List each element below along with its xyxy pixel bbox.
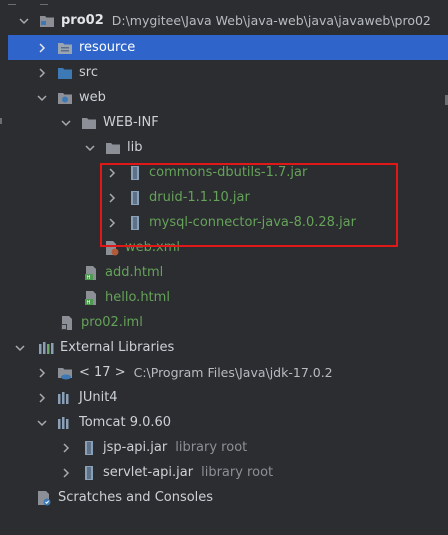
chevron-down-icon[interactable] (36, 92, 48, 104)
module-file-icon (59, 315, 75, 331)
tree-label-scratches: Scratches and Consoles (58, 490, 214, 505)
html-file-icon: H (83, 290, 99, 306)
tree-row-project-root[interactable]: pro02 D:\mygitee\Java Web\java-web\java\… (8, 8, 448, 33)
chevron-down-icon[interactable] (84, 142, 96, 154)
tree-label-web-inf: WEB-INF (103, 115, 159, 130)
left-gutter (0, 0, 8, 535)
web-folder-icon (57, 90, 73, 106)
tree-label-external-libraries: External Libraries (60, 340, 175, 355)
project-path: D:\mygitee\Java Web\java-web\java\javawe… (111, 13, 431, 28)
chevron-right-icon[interactable] (60, 442, 72, 454)
tree-row-src[interactable]: src (8, 60, 448, 85)
jar-label: jsp-api.jar (103, 440, 168, 455)
library-root-hint: library root (175, 440, 248, 455)
tree-row-add-html[interactable]: H add.html (8, 260, 448, 285)
tree-row-iml[interactable]: pro02.iml (8, 310, 448, 335)
library-root-hint: library root (201, 465, 274, 480)
chevron-down-icon[interactable] (14, 342, 26, 354)
tree-row-web-inf[interactable]: WEB-INF (8, 110, 448, 135)
gutter-mark (0, 118, 6, 124)
tree-label-resource: resource (79, 40, 136, 55)
chevron-down-icon[interactable] (18, 15, 30, 27)
tree-label-web: web (79, 90, 106, 105)
svg-text:H: H (87, 275, 91, 281)
tree-row-jsp-api[interactable]: jsp-api.jar library root (8, 435, 448, 460)
libraries-icon (57, 415, 73, 431)
project-name: pro02 (61, 13, 104, 28)
tree-row-tomcat[interactable]: Tomcat 9.0.60 (8, 410, 448, 435)
tree-label-lib: lib (127, 140, 143, 155)
tree-row-resource[interactable]: resource (8, 35, 448, 60)
toolbar-edge-mark (40, 0, 48, 5)
folder-icon (81, 115, 97, 131)
chevron-down-icon[interactable] (36, 417, 48, 429)
jdk-icon (57, 365, 73, 381)
html-file-icon: H (83, 265, 99, 281)
tree-row-external-libraries[interactable]: External Libraries (8, 335, 448, 360)
jar-icon (81, 465, 97, 481)
jar-icon (81, 440, 97, 456)
tree-label-src: src (79, 65, 98, 80)
chevron-right-icon[interactable] (36, 392, 48, 404)
tree-row-servlet-api[interactable]: servlet-api.jar library root (8, 460, 448, 485)
chevron-right-icon[interactable] (36, 67, 48, 79)
chevron-down-icon[interactable] (60, 117, 72, 129)
resource-folder-icon (57, 40, 73, 56)
tree-label-junit: JUnit4 (79, 390, 118, 405)
tree-row-scratches[interactable]: Scratches and Consoles (8, 485, 448, 510)
source-folder-icon (57, 65, 73, 81)
tree-row-hello-html[interactable]: H hello.html (8, 285, 448, 310)
jdk-label: < 17 > (79, 365, 126, 380)
libraries-icon (38, 340, 54, 356)
tree-row-junit[interactable]: JUnit4 (8, 385, 448, 410)
top-toolbar-strip (0, 0, 448, 8)
tree-label-iml: pro02.iml (81, 315, 143, 330)
chevron-right-icon[interactable] (36, 367, 48, 379)
chevron-right-icon[interactable] (36, 42, 48, 54)
tree-row-web[interactable]: web (8, 85, 448, 110)
tree-label-hello-html: hello.html (105, 290, 170, 305)
svg-text:H: H (87, 300, 91, 306)
folder-icon (39, 13, 55, 29)
libraries-icon (57, 390, 73, 406)
jdk-path: C:\Program Files\Java\jdk-17.0.2 (133, 365, 333, 380)
folder-icon (105, 140, 121, 156)
tree-row-lib[interactable]: lib (8, 135, 448, 160)
chevron-right-icon[interactable] (60, 467, 72, 479)
tree-row-jdk[interactable]: < 17 > C:\Program Files\Java\jdk-17.0.2 (8, 360, 448, 385)
highlight-box (100, 163, 398, 247)
jar-label: servlet-api.jar (103, 465, 194, 480)
tree-label-tomcat: Tomcat 9.0.60 (79, 415, 172, 430)
tree-label-add-html: add.html (105, 265, 164, 280)
scratches-icon (36, 490, 52, 506)
